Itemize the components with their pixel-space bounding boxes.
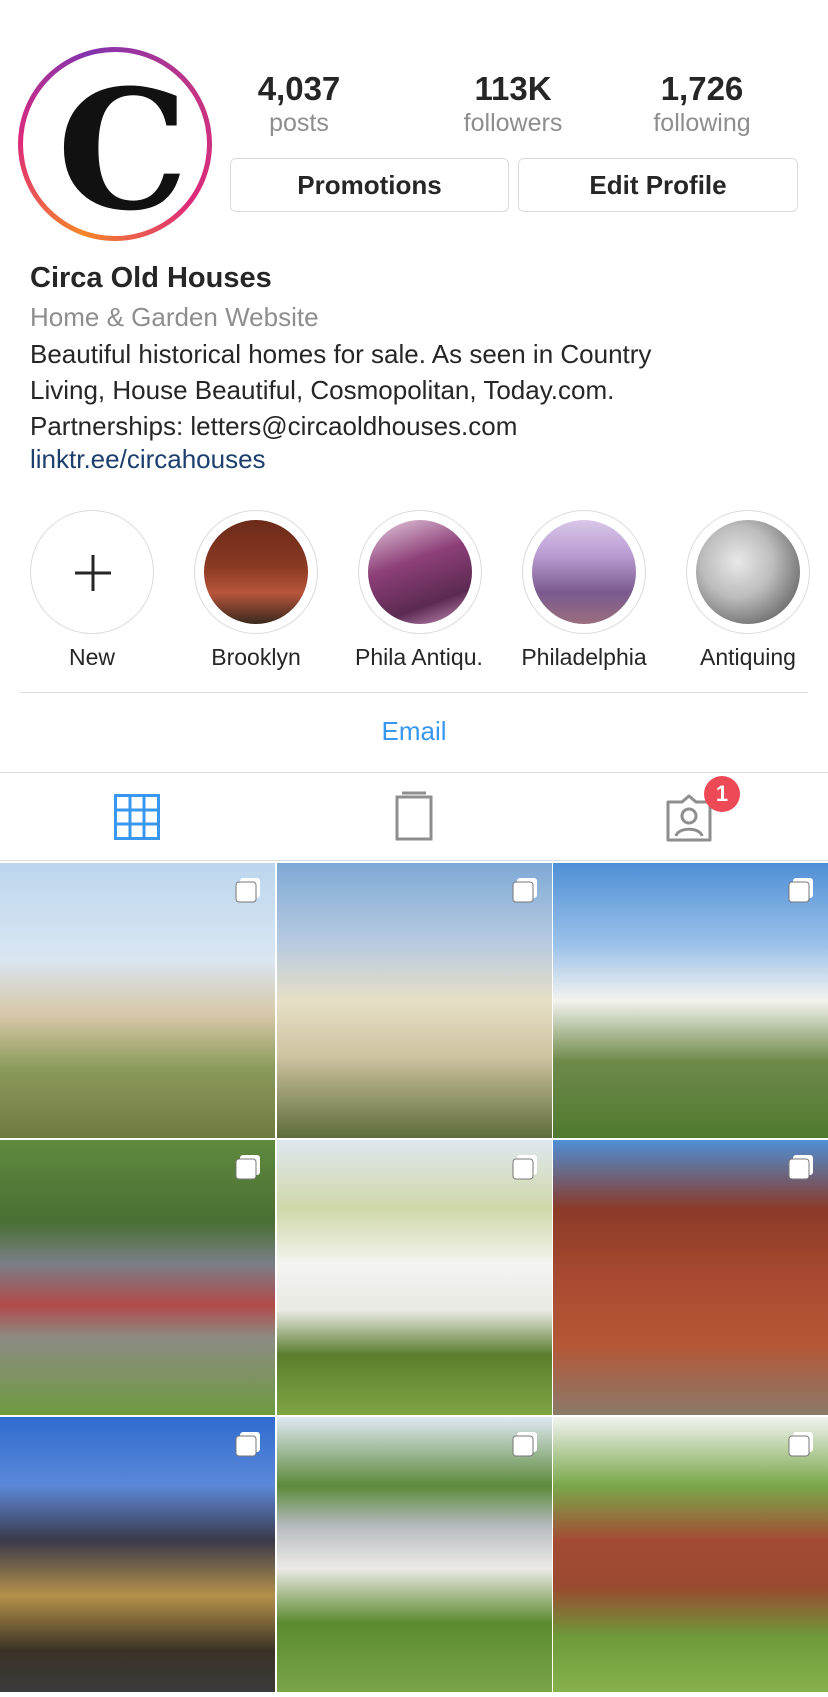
multiple-photos-icon — [788, 1432, 813, 1457]
highlight-thumbnail — [696, 520, 800, 624]
profile-avatar[interactable]: C — [18, 47, 212, 241]
highlight-thumbnail — [368, 520, 472, 624]
profile-link[interactable]: linktr.ee/circahouses — [30, 444, 266, 475]
post-thumbnail[interactable] — [0, 1140, 275, 1415]
svg-text:C: C — [57, 58, 188, 230]
promotions-button[interactable]: Promotions — [230, 158, 509, 212]
post-thumbnail[interactable] — [553, 1140, 828, 1415]
tagged-badge: 1 — [704, 776, 740, 812]
plus-icon — [75, 555, 111, 591]
posts-count: 4,037 — [257, 70, 341, 107]
profile-bio: Beautiful historical homes for sale. As … — [30, 336, 790, 444]
post-thumbnail[interactable] — [0, 863, 275, 1138]
highlight-circle — [522, 510, 646, 634]
highlight-thumbnail — [532, 520, 636, 624]
post-thumbnail[interactable] — [553, 1417, 828, 1692]
profile-category: Home & Garden Website — [30, 302, 319, 332]
multiple-photos-icon — [512, 1155, 537, 1180]
highlight-new[interactable]: New — [27, 510, 157, 671]
multiple-photos-icon — [788, 1155, 813, 1180]
divider — [0, 860, 828, 861]
post-thumbnail[interactable] — [0, 1417, 275, 1692]
highlight-phila-antiques[interactable]: Phila Antiqu... — [355, 510, 485, 671]
followers-label: followers — [463, 109, 563, 137]
highlight-label: Philadelphia — [521, 644, 647, 670]
multiple-photos-icon — [512, 878, 537, 903]
highlight-brooklyn[interactable]: Brooklyn — [191, 510, 321, 671]
highlight-label: Brooklyn — [211, 644, 301, 670]
profile-name: Circa Old Houses — [30, 262, 272, 294]
profile-tabs — [0, 773, 828, 861]
highlight-antiquing[interactable]: Antiquing — [683, 510, 813, 671]
multiple-photos-icon — [512, 1432, 537, 1457]
following-stat[interactable]: 1,726 following — [622, 70, 782, 138]
highlight-philadelphia[interactable]: Philadelphia — [519, 510, 649, 671]
posts-label: posts — [269, 109, 329, 137]
avatar-logo: C — [29, 58, 201, 230]
bio-line: Partnerships: letters@circaoldhouses.com — [30, 411, 518, 441]
highlight-label: Phila Antiqu... — [355, 644, 485, 670]
followers-stat[interactable]: 113K followers — [433, 70, 593, 138]
divider — [20, 692, 808, 693]
igtv-icon[interactable] — [394, 791, 434, 843]
post-thumbnail[interactable] — [277, 863, 552, 1138]
highlight-thumbnail — [204, 520, 308, 624]
post-thumbnail[interactable] — [553, 863, 828, 1138]
highlight-circle — [686, 510, 810, 634]
highlight-circle — [30, 510, 154, 634]
highlight-label: New — [68, 644, 115, 670]
bio-line: Beautiful historical homes for sale. As … — [30, 339, 652, 369]
edit-profile-button[interactable]: Edit Profile — [518, 158, 798, 212]
multiple-photos-icon — [235, 878, 260, 903]
followers-count: 113K — [474, 70, 552, 107]
highlight-label: Antiquing — [700, 644, 796, 670]
following-count: 1,726 — [660, 70, 744, 107]
grid-icon[interactable] — [114, 794, 160, 840]
email-button[interactable]: Email — [0, 716, 828, 747]
following-label: following — [653, 109, 751, 137]
posts-stat[interactable]: 4,037 posts — [219, 70, 379, 138]
post-thumbnail[interactable] — [277, 1417, 552, 1692]
multiple-photos-icon — [788, 878, 813, 903]
highlight-circle — [358, 510, 482, 634]
highlight-circle — [194, 510, 318, 634]
bio-line: Living, House Beautiful, Cosmopolitan, T… — [30, 375, 615, 405]
post-thumbnail[interactable] — [277, 1140, 552, 1415]
multiple-photos-icon — [235, 1432, 260, 1457]
multiple-photos-icon — [235, 1155, 260, 1180]
